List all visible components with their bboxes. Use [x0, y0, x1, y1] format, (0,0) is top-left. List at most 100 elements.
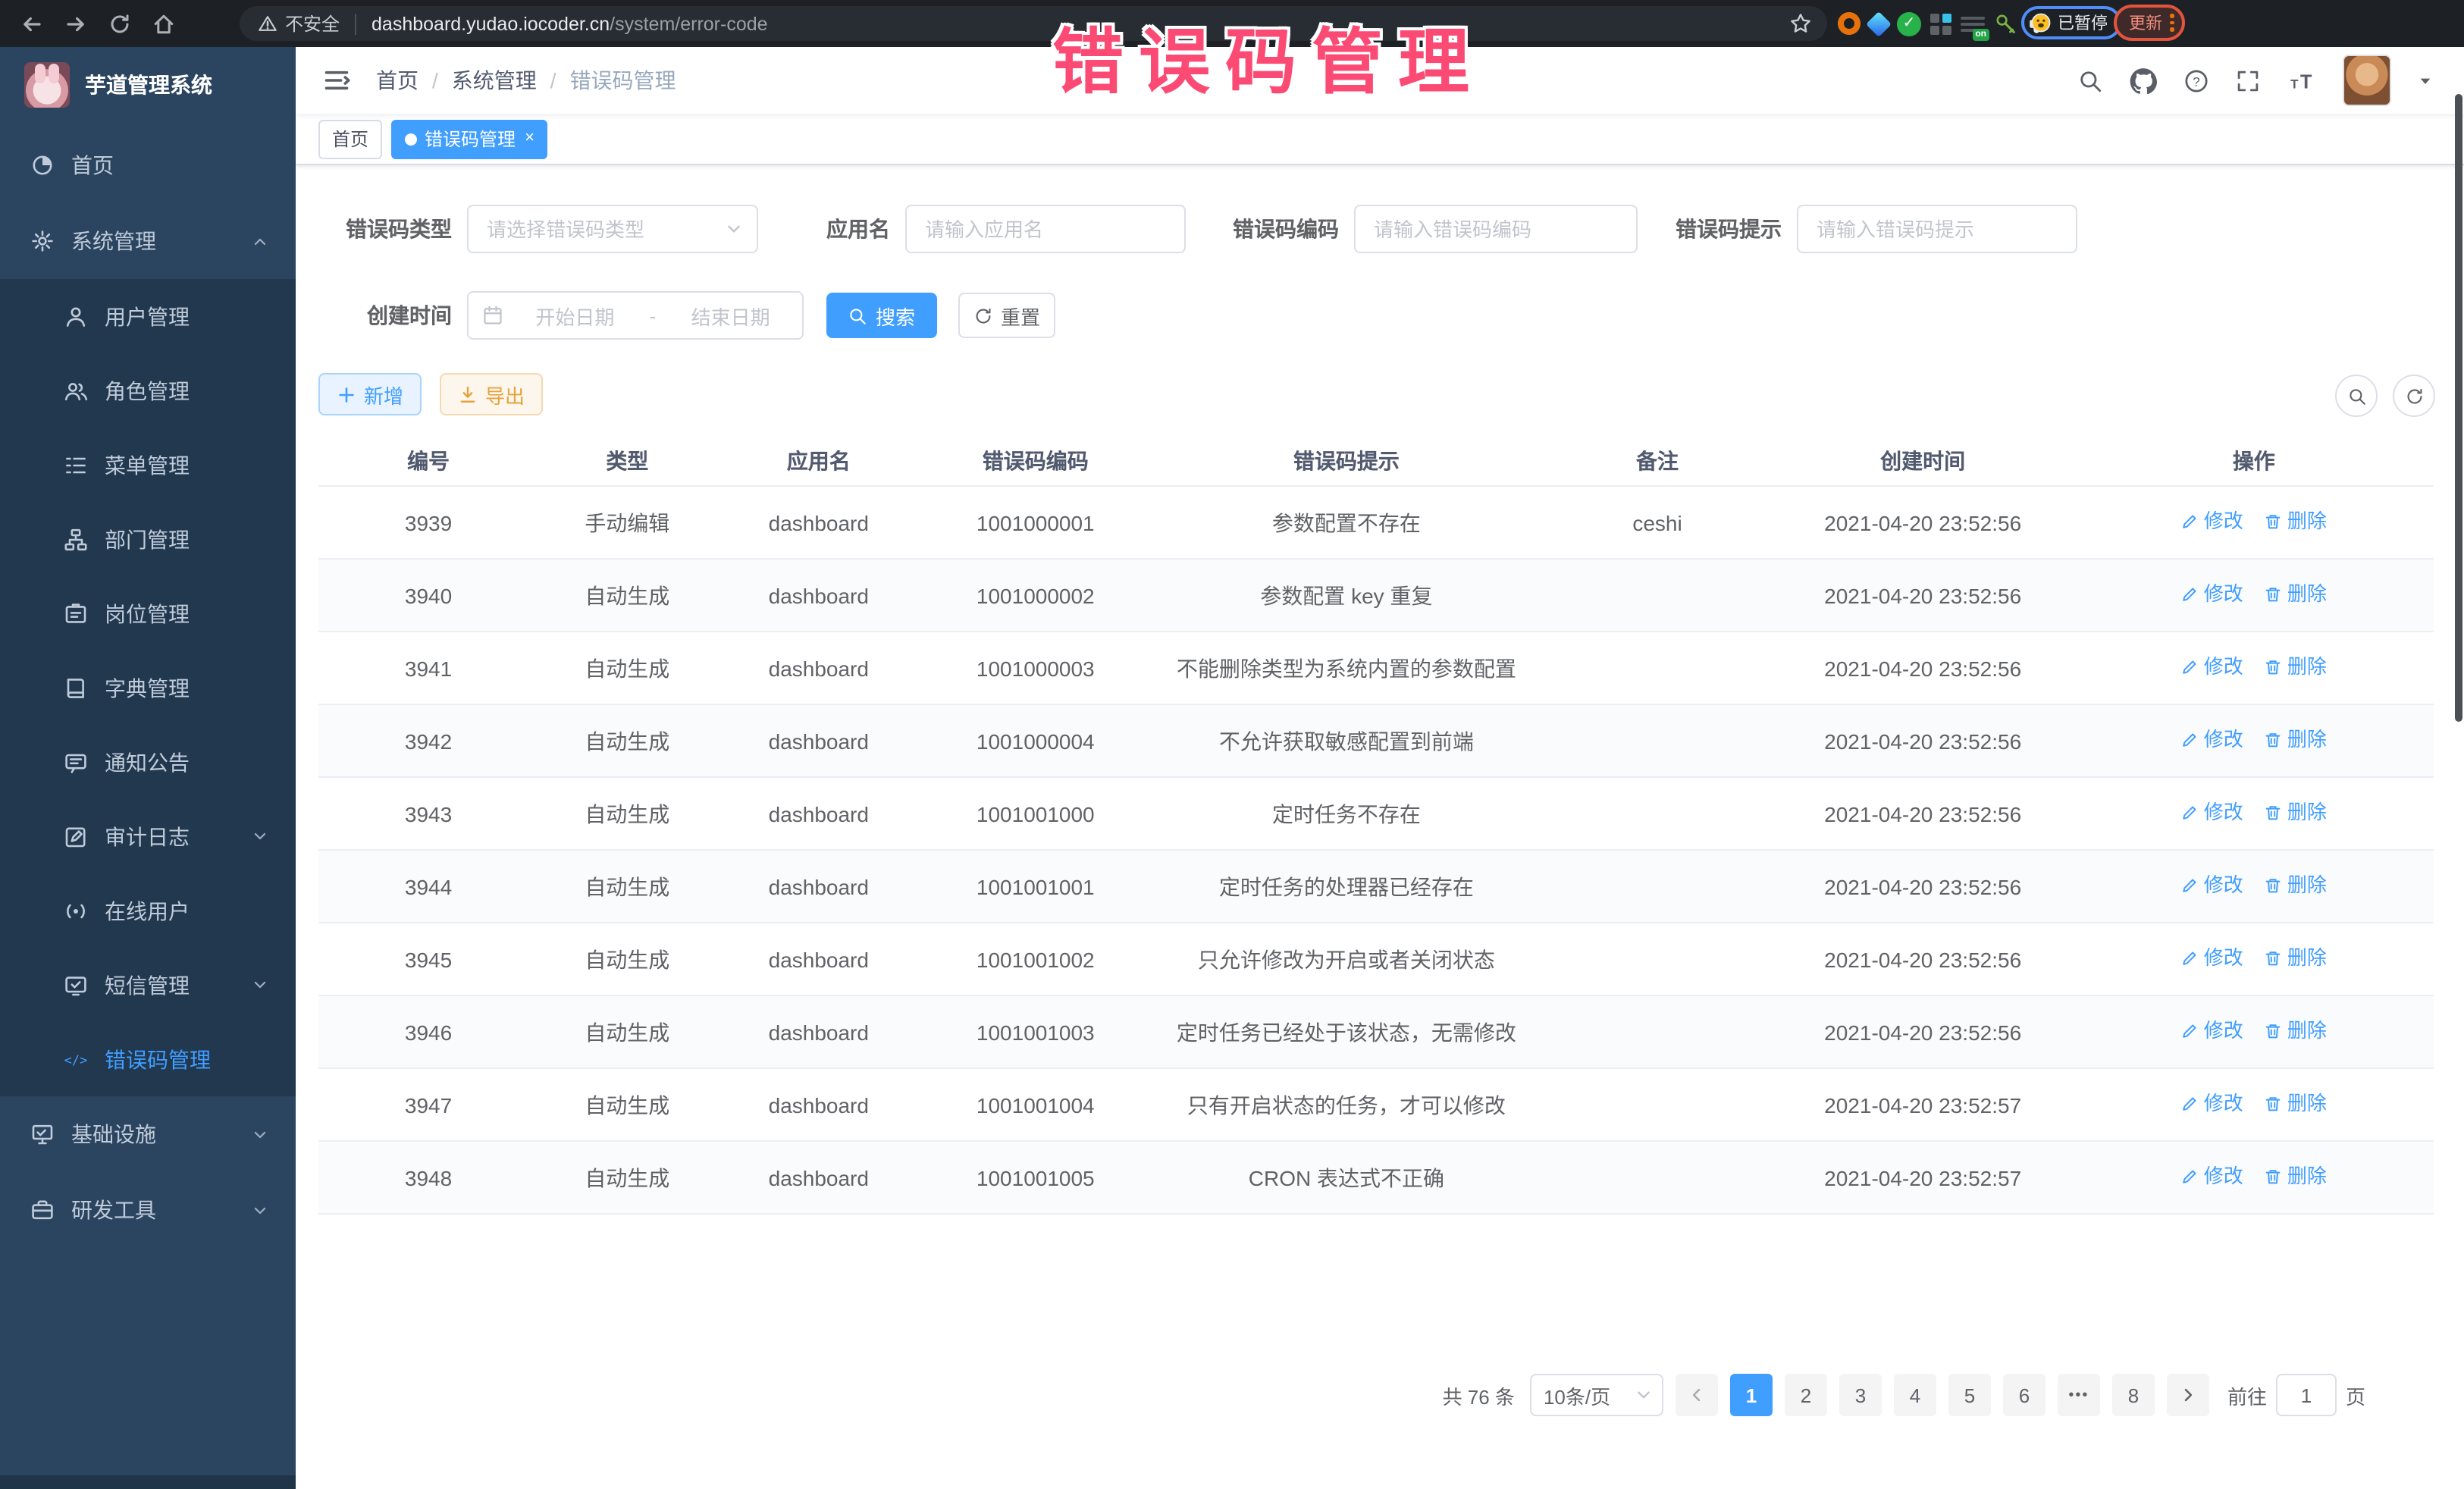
- next-page-button[interactable]: [2167, 1374, 2209, 1416]
- page-button-1[interactable]: 1: [1730, 1374, 1773, 1416]
- edit-button[interactable]: 修改: [2181, 1161, 2243, 1192]
- page-button-2[interactable]: 2: [1785, 1374, 1827, 1416]
- toggle-search-button[interactable]: [2335, 375, 2378, 417]
- help-icon[interactable]: [2183, 67, 2209, 93]
- page-size-select[interactable]: 10条/页: [1530, 1374, 1663, 1416]
- more-pages-button[interactable]: •••: [2058, 1374, 2100, 1416]
- export-button[interactable]: 导出: [440, 373, 543, 415]
- error-type-select-input[interactable]: [469, 218, 757, 240]
- delete-button[interactable]: 删除: [2265, 506, 2327, 537]
- edit-button[interactable]: 修改: [2181, 1089, 2243, 1119]
- edit-button[interactable]: 修改: [2181, 579, 2243, 610]
- extension-gem-icon[interactable]: [1866, 11, 1892, 36]
- close-tab-icon[interactable]: ×: [525, 130, 534, 147]
- sidebar-item-role[interactable]: 角色管理: [0, 353, 296, 428]
- delete-button[interactable]: 删除: [2265, 1016, 2327, 1046]
- breadcrumb: 首页/系统管理/错误码管理: [376, 65, 676, 96]
- extension-grid-icon[interactable]: [1930, 13, 1951, 34]
- breadcrumb-item[interactable]: 首页: [376, 65, 419, 96]
- avatar-caret-down-icon[interactable]: [2417, 72, 2434, 89]
- sidebar-item-home[interactable]: 首页: [0, 127, 296, 203]
- end-date-placeholder[interactable]: 结束日期: [659, 301, 802, 330]
- delete-button[interactable]: 删除: [2265, 1089, 2327, 1119]
- edit-button[interactable]: 修改: [2181, 798, 2243, 828]
- delete-button[interactable]: 删除: [2265, 870, 2327, 901]
- error-code-input[interactable]: [1356, 218, 1636, 240]
- extension-paused-pill[interactable]: 已暂停: [2021, 6, 2121, 39]
- app-name-field[interactable]: [905, 205, 1186, 253]
- extension-donut-icon[interactable]: [1838, 12, 1861, 35]
- delete-button[interactable]: 删除: [2265, 579, 2327, 610]
- browser-update-button[interactable]: 更新: [2114, 5, 2185, 41]
- delete-button[interactable]: 删除: [2265, 943, 2327, 973]
- avatar[interactable]: [2343, 55, 2391, 106]
- delete-button[interactable]: 删除: [2265, 652, 2327, 682]
- github-icon[interactable]: [2129, 66, 2158, 95]
- sidebar-item-dept[interactable]: 部门管理: [0, 502, 296, 576]
- page-button-3[interactable]: 3: [1839, 1374, 1882, 1416]
- column-header: 应用名: [716, 435, 922, 486]
- reset-button[interactable]: 重置: [958, 293, 1055, 338]
- page-button-5[interactable]: 5: [1948, 1374, 1991, 1416]
- fullscreen-icon[interactable]: [2235, 67, 2261, 93]
- refresh-table-button[interactable]: [2393, 375, 2435, 417]
- page-button-4[interactable]: 4: [1894, 1374, 1936, 1416]
- delete-button[interactable]: 删除: [2265, 798, 2327, 828]
- not-secure-label[interactable]: 不安全: [285, 11, 340, 36]
- sidebar-item-dict[interactable]: 字典管理: [0, 650, 296, 725]
- edit-button[interactable]: 修改: [2181, 725, 2243, 755]
- delete-button[interactable]: 删除: [2265, 725, 2327, 755]
- page-scrollbar[interactable]: [2455, 94, 2462, 722]
- error-msg-field[interactable]: [1797, 205, 2077, 253]
- sidebar-item-infra[interactable]: 基础设施: [0, 1096, 296, 1172]
- jump-page-input[interactable]: [2276, 1374, 2337, 1416]
- delete-button[interactable]: 删除: [2265, 1161, 2327, 1192]
- edit-button[interactable]: 修改: [2181, 870, 2243, 901]
- extension-key-icon[interactable]: [1994, 11, 2018, 36]
- browser-home-icon[interactable]: [152, 11, 176, 36]
- font-size-icon[interactable]: [2287, 67, 2317, 93]
- address-bar[interactable]: 不安全 dashboard.yudao.iocoder.cn /system/e…: [240, 6, 1827, 41]
- sidebar-item-menu[interactable]: 菜单管理: [0, 428, 296, 502]
- sidebar-logo-row[interactable]: 芋道管理系统: [0, 47, 296, 123]
- extension-list-icon[interactable]: on: [1961, 13, 1985, 34]
- sidebar-item-sms[interactable]: 短信管理: [0, 948, 296, 1022]
- edit-button[interactable]: 修改: [2181, 943, 2243, 973]
- browser-back-icon[interactable]: [20, 11, 44, 36]
- hamburger-icon[interactable]: [323, 67, 350, 94]
- sidebar-item-devtools[interactable]: 研发工具: [0, 1172, 296, 1248]
- error-msg-input[interactable]: [1798, 218, 2076, 240]
- extension-check-icon[interactable]: ✓: [1897, 11, 1921, 36]
- app-name-input[interactable]: [907, 218, 1184, 240]
- search-button[interactable]: 搜索: [826, 293, 937, 338]
- sidebar-item-notice[interactable]: 通知公告: [0, 725, 296, 799]
- sidebar-item-system[interactable]: 系统管理: [0, 203, 296, 279]
- date-range-picker[interactable]: 开始日期 - 结束日期: [467, 291, 804, 340]
- edit-button[interactable]: 修改: [2181, 506, 2243, 537]
- sidebar-item-online[interactable]: 在线用户: [0, 873, 296, 948]
- add-button[interactable]: 新增: [318, 373, 422, 415]
- breadcrumb-item[interactable]: 系统管理: [452, 65, 537, 96]
- edit-button[interactable]: 修改: [2181, 1016, 2243, 1046]
- cell-id: 3948: [318, 1141, 538, 1214]
- sidebar-item-audit[interactable]: 审计日志: [0, 799, 296, 873]
- browser-forward-icon[interactable]: [64, 11, 88, 36]
- browser-reload-icon[interactable]: [108, 11, 132, 36]
- bookmark-star-icon[interactable]: [1789, 12, 1812, 35]
- start-date-placeholder[interactable]: 开始日期: [503, 301, 647, 330]
- page-button-6[interactable]: 6: [2003, 1374, 2045, 1416]
- error-type-select[interactable]: [467, 205, 758, 253]
- tab-错误码管理[interactable]: 错误码管理×: [391, 119, 548, 158]
- sidebar-item-post[interactable]: 岗位管理: [0, 576, 296, 650]
- sidebar-item-errorcode[interactable]: 错误码管理: [0, 1022, 296, 1096]
- cell-code: 1001001000: [921, 777, 1149, 850]
- edit-button[interactable]: 修改: [2181, 652, 2243, 682]
- cell-type: 自动生成: [538, 923, 716, 995]
- sidebar-item-user[interactable]: 用户管理: [0, 279, 296, 353]
- page-button-8[interactable]: 8: [2112, 1374, 2155, 1416]
- search-icon[interactable]: [2077, 67, 2103, 93]
- tab-首页[interactable]: 首页: [318, 119, 382, 158]
- browser-menu-icon[interactable]: [2170, 14, 2174, 32]
- error-code-field[interactable]: [1354, 205, 1638, 253]
- prev-page-button[interactable]: [1676, 1374, 1718, 1416]
